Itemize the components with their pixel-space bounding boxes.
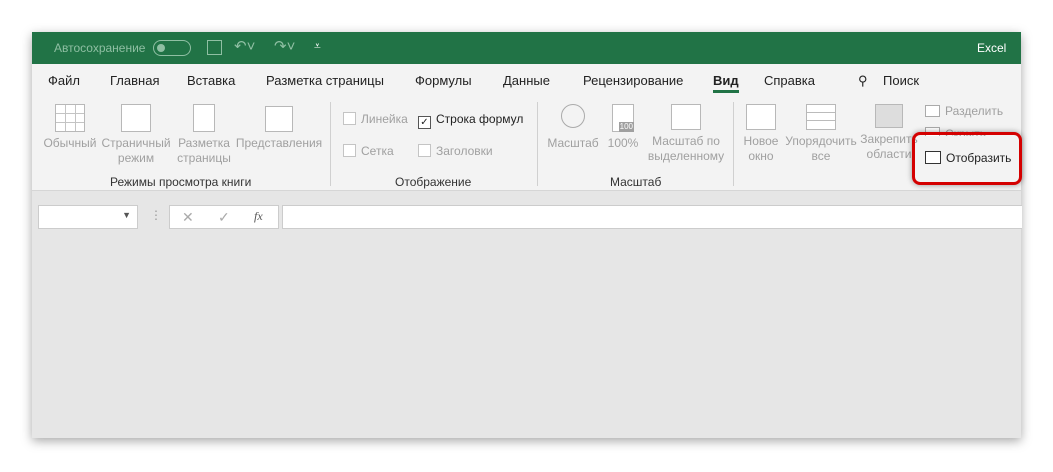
page-layout-view-button[interactable]: Разметка страницы [174, 104, 234, 166]
label: Упорядочить [785, 134, 857, 148]
dropdown-icon: ▼ [122, 210, 131, 220]
group-label-show: Отображение [395, 175, 472, 189]
unhide-button[interactable]: Отобразить [925, 151, 1011, 165]
label: Представления [235, 136, 323, 150]
enter-icon[interactable]: ✓ [218, 209, 230, 226]
page-icon [193, 104, 215, 132]
formula-bar: ▼ ⋮ ✕ ✓ fx [32, 198, 1022, 232]
tab-help[interactable]: Справка [764, 73, 815, 88]
label: Масштаб [547, 136, 599, 150]
search-box[interactable]: Поиск [883, 73, 919, 88]
arrange-icon [806, 104, 836, 130]
custom-views-icon [265, 106, 293, 132]
label: 100% [607, 136, 639, 150]
label: Заголовки [436, 144, 493, 158]
label: Строка формул [436, 112, 524, 126]
split-button[interactable]: Разделить [925, 104, 1003, 118]
divider [733, 102, 734, 186]
new-window-button[interactable]: Новое окно [740, 104, 782, 164]
search-icon[interactable]: ⚲ [858, 73, 868, 89]
divider [537, 102, 538, 186]
icon-text: 100 [618, 122, 634, 132]
label: Отобразить [946, 151, 1012, 165]
autosave-toggle[interactable] [153, 40, 191, 56]
group-label-views: Режимы просмотра книги [110, 175, 252, 189]
excel-window: Автосохранение ↶˅ ↷˅ ⩡ Excel Файл Главна… [32, 32, 1022, 438]
label: Новое [743, 134, 779, 148]
gridlines-checkbox[interactable]: Сетка [343, 144, 394, 158]
formula-bar-checkbox[interactable]: ✓ Строка формул [418, 112, 523, 129]
label: Сетка [361, 144, 394, 158]
cancel-icon[interactable]: ✕ [182, 209, 194, 226]
app-name: Excel [977, 41, 1007, 55]
arrange-all-button[interactable]: Упорядочить все [784, 104, 858, 164]
page-break-icon [121, 104, 151, 132]
zoom-button[interactable]: Масштаб [546, 104, 600, 151]
more-icon: ⋮ [150, 208, 162, 222]
label: Закрепить [860, 132, 918, 146]
save-icon[interactable] [207, 40, 222, 55]
label: Линейка [361, 112, 408, 126]
tab-view[interactable]: Вид [713, 73, 739, 93]
label: все [811, 149, 831, 163]
group-label-zoom: Масштаб [610, 175, 662, 189]
zoom-100-button[interactable]: 100 100% [604, 104, 642, 151]
title-bar: Автосохранение ↶˅ ↷˅ ⩡ Excel [32, 32, 1021, 64]
custom-views-button[interactable]: Представления [235, 104, 323, 151]
page-break-view-button[interactable]: Страничный режим [100, 104, 172, 166]
tab-file[interactable]: Файл [48, 73, 80, 88]
divider [330, 102, 331, 186]
new-window-icon [746, 104, 776, 130]
tab-insert[interactable]: Вставка [187, 73, 235, 88]
ribbon-tabs: Файл Главная Вставка Разметка страницы Ф… [32, 64, 1021, 96]
customize-qat-icon[interactable]: ⩡ [314, 39, 321, 54]
name-box[interactable]: ▼ [38, 205, 138, 229]
label: выделенному [647, 149, 725, 163]
page-100-icon: 100 [612, 104, 634, 132]
grid-icon [55, 104, 85, 132]
label: режим [117, 151, 155, 165]
undo-icon[interactable]: ↶˅ [234, 37, 255, 55]
label: Обычный [43, 136, 97, 150]
tab-formulas[interactable]: Формулы [415, 73, 472, 88]
label: Разметка [178, 136, 230, 150]
ruler-checkbox[interactable]: Линейка [343, 112, 408, 126]
label: страницы [177, 151, 231, 165]
freeze-panes-button[interactable]: Закрепить области [860, 104, 918, 162]
autosave-label: Автосохранение [54, 41, 146, 55]
insert-function-icon[interactable]: fx [254, 209, 263, 224]
tab-review[interactable]: Рецензирование [583, 73, 683, 88]
formula-buttons: ✕ ✓ fx [169, 205, 279, 229]
label: Страничный [101, 136, 171, 150]
headings-checkbox[interactable]: Заголовки [418, 144, 493, 158]
magnifier-icon [561, 104, 585, 128]
label: области [866, 147, 912, 161]
redo-icon[interactable]: ↷˅ [274, 37, 295, 55]
tab-page-layout[interactable]: Разметка страницы [266, 73, 384, 88]
tab-home[interactable]: Главная [110, 73, 159, 88]
tab-data[interactable]: Данные [503, 73, 550, 88]
formula-input[interactable] [282, 205, 1022, 229]
ribbon: Обычный Страничный режим Разметка страницы… [32, 96, 1022, 191]
normal-view-button[interactable]: Обычный [40, 104, 100, 151]
label: Разделить [945, 104, 1004, 118]
zoom-selection-icon [671, 104, 701, 130]
freeze-panes-icon [875, 104, 903, 128]
label: Масштаб по [652, 134, 720, 148]
zoom-to-selection-button[interactable]: Масштаб по выделенному [646, 104, 726, 164]
label: окно [748, 149, 774, 163]
